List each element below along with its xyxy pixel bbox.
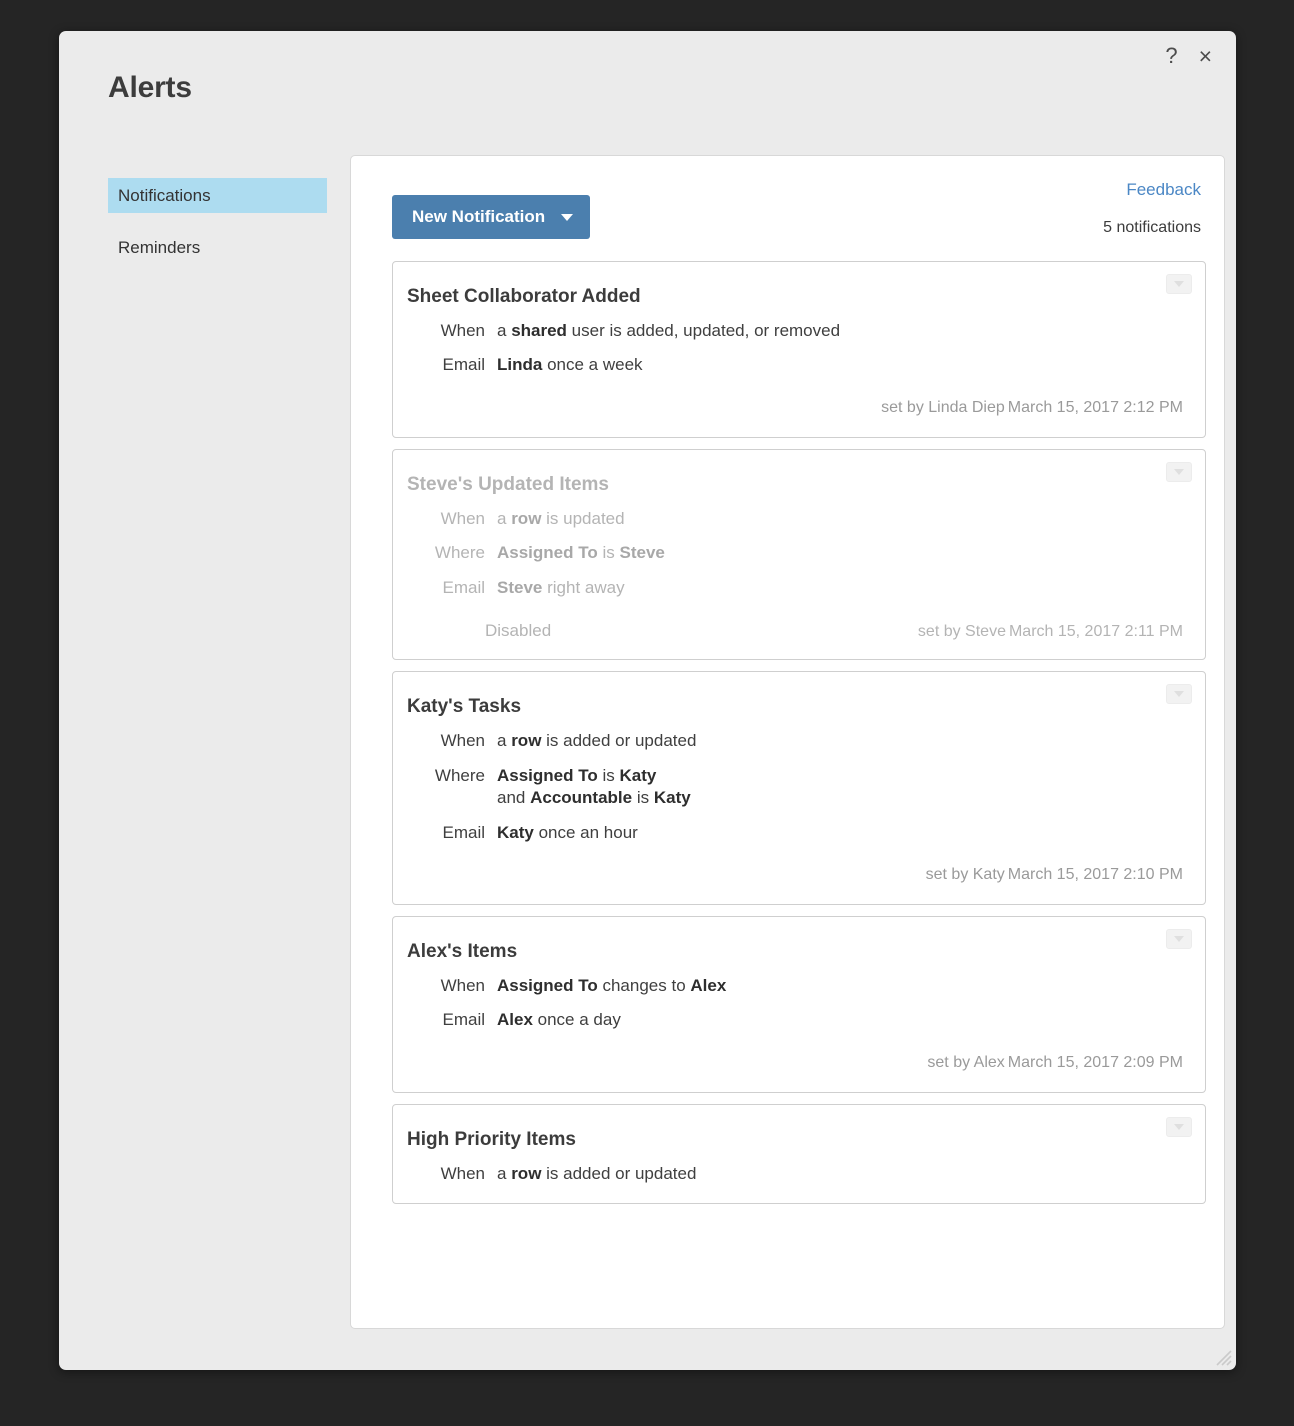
notification-list: Sheet Collaborator Added When a shared use… bbox=[392, 261, 1206, 1204]
notification-rule-row: When a shared user is added, updated, or … bbox=[407, 320, 1183, 342]
rule-value: Steve right away bbox=[497, 577, 625, 599]
notification-card[interactable]: Katy's Tasks When a row is added or update… bbox=[392, 671, 1206, 905]
sidebar-item-notifications[interactable]: Notifications bbox=[108, 178, 327, 213]
notification-rule-row: Email Katy once an hour bbox=[407, 822, 1183, 844]
rule-value: a row is added or updated bbox=[497, 730, 696, 752]
sidebar-item-label: Reminders bbox=[118, 238, 200, 258]
new-notification-label: New Notification bbox=[412, 207, 545, 227]
notification-card[interactable]: Sheet Collaborator Added When a shared use… bbox=[392, 261, 1206, 438]
notification-footer: Disabled set by SteveMarch 15, 2017 2:11 … bbox=[407, 621, 1183, 641]
notification-meta: set by SteveMarch 15, 2017 2:11 PM bbox=[918, 623, 1183, 641]
notification-rule-row: When a row is added or updated bbox=[407, 730, 1183, 752]
rule-label: Email bbox=[407, 1009, 485, 1030]
notification-rule-row: When a row is added or updated bbox=[407, 1163, 1183, 1185]
rule-label: When bbox=[407, 1163, 485, 1184]
set-by-label: set by Katy bbox=[926, 866, 1005, 883]
rule-label: When bbox=[407, 975, 485, 996]
card-expand-chevron-down-icon[interactable] bbox=[1166, 274, 1192, 294]
timestamp: March 15, 2017 2:09 PM bbox=[1008, 1054, 1183, 1071]
resize-grip-icon[interactable] bbox=[1214, 1348, 1232, 1366]
alerts-dialog: ? × Alerts Notifications Reminders Feedb… bbox=[59, 31, 1236, 1370]
timestamp: March 15, 2017 2:12 PM bbox=[1008, 399, 1183, 416]
notification-title: Katy's Tasks bbox=[407, 696, 1183, 718]
notifications-panel: Feedback 5 notifications New Notificatio… bbox=[350, 155, 1225, 1329]
sidebar: Notifications Reminders bbox=[108, 178, 327, 265]
feedback-link[interactable]: Feedback bbox=[1126, 180, 1201, 200]
rule-value: a shared user is added, updated, or remo… bbox=[497, 320, 840, 342]
card-expand-chevron-down-icon[interactable] bbox=[1166, 462, 1192, 482]
notification-meta: set by KatyMarch 15, 2017 2:10 PM bbox=[926, 866, 1183, 884]
rule-label: Email bbox=[407, 577, 485, 598]
notification-rule-row: Where Assigned To is Katyand Accountable … bbox=[407, 765, 1183, 810]
notification-title: Steve's Updated Items bbox=[407, 474, 1183, 496]
rule-label: Where bbox=[407, 542, 485, 563]
rule-value: Katy once an hour bbox=[497, 822, 638, 844]
new-notification-button[interactable]: New Notification bbox=[392, 195, 590, 239]
rule-value: Assigned To is Steve bbox=[497, 542, 665, 564]
page-title: Alerts bbox=[108, 71, 192, 105]
notification-footer: set by AlexMarch 15, 2017 2:09 PM bbox=[407, 1054, 1183, 1074]
rule-value: Assigned To changes to Alex bbox=[497, 975, 726, 997]
help-icon[interactable]: ? bbox=[1163, 45, 1179, 67]
card-expand-chevron-down-icon[interactable] bbox=[1166, 684, 1192, 704]
rule-value: Alex once a day bbox=[497, 1009, 621, 1031]
card-expand-chevron-down-icon[interactable] bbox=[1166, 929, 1192, 949]
timestamp: March 15, 2017 2:11 PM bbox=[1009, 623, 1183, 640]
window-controls: ? × bbox=[1163, 41, 1214, 71]
notification-footer: set by KatyMarch 15, 2017 2:10 PM bbox=[407, 866, 1183, 886]
notification-rule-row: Where Assigned To is Steve bbox=[407, 542, 1183, 564]
chevron-down-icon bbox=[561, 214, 573, 221]
notification-title: High Priority Items bbox=[407, 1129, 1183, 1151]
set-by-label: set by Alex bbox=[927, 1054, 1004, 1071]
rule-label: Email bbox=[407, 354, 485, 375]
rule-label: When bbox=[407, 320, 485, 341]
set-by-label: set by Steve bbox=[918, 623, 1006, 640]
notification-card[interactable]: High Priority Items When a row is added or… bbox=[392, 1104, 1206, 1204]
rule-value: a row is updated bbox=[497, 508, 625, 530]
notification-rule-row: When Assigned To changes to Alex bbox=[407, 975, 1183, 997]
set-by-label: set by Linda Diep bbox=[881, 399, 1005, 416]
rule-value: Assigned To is Katyand Accountable is Ka… bbox=[497, 765, 691, 810]
notification-title: Sheet Collaborator Added bbox=[407, 286, 1183, 308]
timestamp: March 15, 2017 2:10 PM bbox=[1008, 866, 1183, 883]
rule-value: Linda once a week bbox=[497, 354, 643, 376]
notification-rule-row: Email Steve right away bbox=[407, 577, 1183, 599]
status-badge: Disabled bbox=[485, 621, 551, 641]
notification-card[interactable]: Alex's Items When Assigned To changes to A… bbox=[392, 916, 1206, 1093]
notification-rule-row: When a row is updated bbox=[407, 508, 1183, 530]
rule-label: When bbox=[407, 730, 485, 751]
notification-meta: set by Linda DiepMarch 15, 2017 2:12 PM bbox=[881, 399, 1183, 417]
rule-label: Where bbox=[407, 765, 485, 786]
card-expand-chevron-down-icon[interactable] bbox=[1166, 1117, 1192, 1137]
notification-rule-row: Email Alex once a day bbox=[407, 1009, 1183, 1031]
rule-label: Email bbox=[407, 822, 485, 843]
sidebar-item-label: Notifications bbox=[118, 186, 211, 206]
notification-rule-row: Email Linda once a week bbox=[407, 354, 1183, 376]
notification-count: 5 notifications bbox=[1103, 219, 1201, 237]
sidebar-item-reminders[interactable]: Reminders bbox=[108, 230, 327, 265]
notification-meta: set by AlexMarch 15, 2017 2:09 PM bbox=[927, 1054, 1183, 1072]
close-icon[interactable]: × bbox=[1197, 45, 1214, 68]
notification-card[interactable]: Steve's Updated Items When a row is update… bbox=[392, 449, 1206, 660]
rule-label: When bbox=[407, 508, 485, 529]
notification-title: Alex's Items bbox=[407, 941, 1183, 963]
notification-footer: set by Linda DiepMarch 15, 2017 2:12 PM bbox=[407, 399, 1183, 419]
rule-value: a row is added or updated bbox=[497, 1163, 696, 1185]
